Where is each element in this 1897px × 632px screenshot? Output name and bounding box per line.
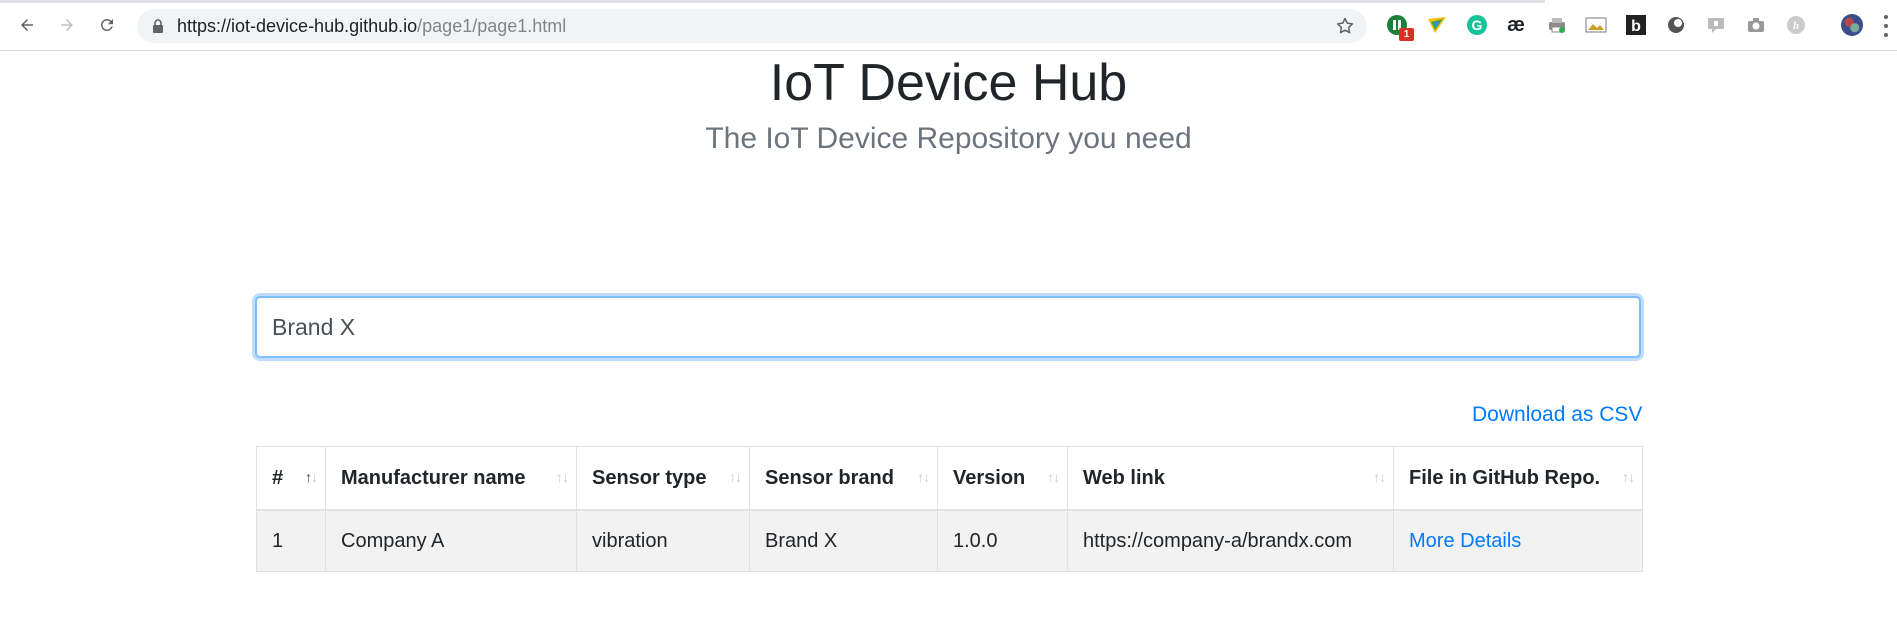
reload-button[interactable]	[95, 13, 119, 37]
b-extension-icon[interactable]: b	[1625, 14, 1647, 36]
image-extension-icon[interactable]	[1585, 14, 1607, 36]
reload-icon	[100, 18, 113, 31]
lock-icon	[153, 19, 163, 33]
column-label: Web link	[1083, 466, 1165, 489]
devices-table: # ↑↓ Manufacturer name ↑↓ Sensor type ↑↓ Se…	[256, 446, 1643, 572]
menu-dot	[1884, 15, 1888, 19]
arrow-left-icon	[21, 19, 33, 31]
extension-badge: 1	[1399, 28, 1414, 41]
column-header-index[interactable]: # ↑↓	[256, 446, 326, 511]
column-header-sensor-type[interactable]: Sensor type ↑↓	[576, 446, 750, 511]
search-box	[255, 296, 1641, 358]
menu-dot	[1884, 33, 1888, 37]
sort-icon: ↑↓	[305, 469, 318, 485]
cell-sensor-type: vibration	[576, 509, 750, 572]
page-subtitle: The IoT Device Repository you need	[705, 122, 1192, 155]
chat-extension-icon[interactable]	[1705, 14, 1727, 36]
grammarly-icon[interactable]: G	[1466, 14, 1488, 36]
sort-icon: ↑↓	[729, 469, 742, 485]
table-row: 1 Company A vibration Brand X 1.0.0 http…	[256, 509, 1643, 572]
forward-button[interactable]	[55, 13, 79, 37]
column-header-sensor-brand[interactable]: Sensor brand ↑↓	[749, 446, 938, 511]
sort-icon: ↑↓	[1622, 469, 1635, 485]
column-header-file[interactable]: File in GitHub Repo. ↑↓	[1393, 446, 1643, 511]
tab-strip-edge	[0, 0, 1545, 3]
url-path: /page1/page1.html	[417, 16, 567, 36]
url-text: https://iot-device-hub.github.io/page1/p…	[177, 16, 566, 37]
arrow-right-icon	[61, 19, 73, 31]
cell-version: 1.0.0	[937, 509, 1068, 572]
ribbon-extension-icon[interactable]	[1426, 14, 1448, 36]
svg-text:G: G	[1472, 17, 1483, 33]
svg-text:b: b	[1631, 18, 1641, 35]
table-header-row: # ↑↓ Manufacturer name ↑↓ Sensor type ↑↓ Se…	[256, 446, 1643, 511]
avatar-extension-icon[interactable]	[1841, 14, 1863, 36]
more-details-link[interactable]: More Details	[1409, 530, 1521, 552]
menu-dot	[1884, 24, 1888, 28]
search-input[interactable]	[257, 298, 1639, 356]
page-title: IoT Device Hub	[769, 54, 1128, 112]
printer-extension-icon[interactable]	[1546, 14, 1568, 36]
ae-extension-icon[interactable]: æ	[1505, 14, 1527, 36]
column-header-manufacturer[interactable]: Manufacturer name ↑↓	[325, 446, 577, 511]
sort-icon: ↑↓	[1047, 469, 1060, 485]
column-label: Sensor brand	[765, 466, 894, 489]
back-button[interactable]	[15, 13, 39, 37]
download-csv-link[interactable]: Download as CSV	[1472, 403, 1642, 427]
browser-toolbar: https://iot-device-hub.github.io/page1/p…	[0, 0, 1897, 51]
column-header-web-link[interactable]: Web link ↑↓	[1067, 446, 1394, 511]
camera-extension-icon[interactable]	[1745, 14, 1767, 36]
sort-icon: ↑↓	[556, 469, 569, 485]
circle-dark-extension-icon[interactable]	[1665, 14, 1687, 36]
browser-menu-button[interactable]	[1883, 15, 1889, 37]
url-host: https://iot-device-hub.github.io	[177, 16, 418, 36]
sort-icon: ↑↓	[917, 469, 930, 485]
cell-sensor-brand: Brand X	[749, 509, 938, 572]
cell-manufacturer: Company A	[325, 509, 577, 572]
column-header-version[interactable]: Version ↑↓	[937, 446, 1068, 511]
column-label: Sensor type	[592, 466, 707, 489]
column-label: Manufacturer name	[341, 466, 526, 489]
svg-text:h: h	[1793, 20, 1799, 32]
column-label: #	[272, 466, 284, 489]
address-bar[interactable]: https://iot-device-hub.github.io/page1/p…	[137, 9, 1367, 43]
h-extension-icon[interactable]: h	[1785, 14, 1807, 36]
cell-index: 1	[256, 509, 326, 572]
column-label: Version	[953, 466, 1026, 489]
cell-file: More Details	[1393, 509, 1643, 572]
cell-web-link: https://company-a/brandx.com	[1067, 509, 1394, 572]
bookmark-star-icon[interactable]	[1335, 16, 1355, 36]
sort-icon: ↑↓	[1373, 469, 1386, 485]
column-label: File in GitHub Repo.	[1409, 466, 1601, 489]
